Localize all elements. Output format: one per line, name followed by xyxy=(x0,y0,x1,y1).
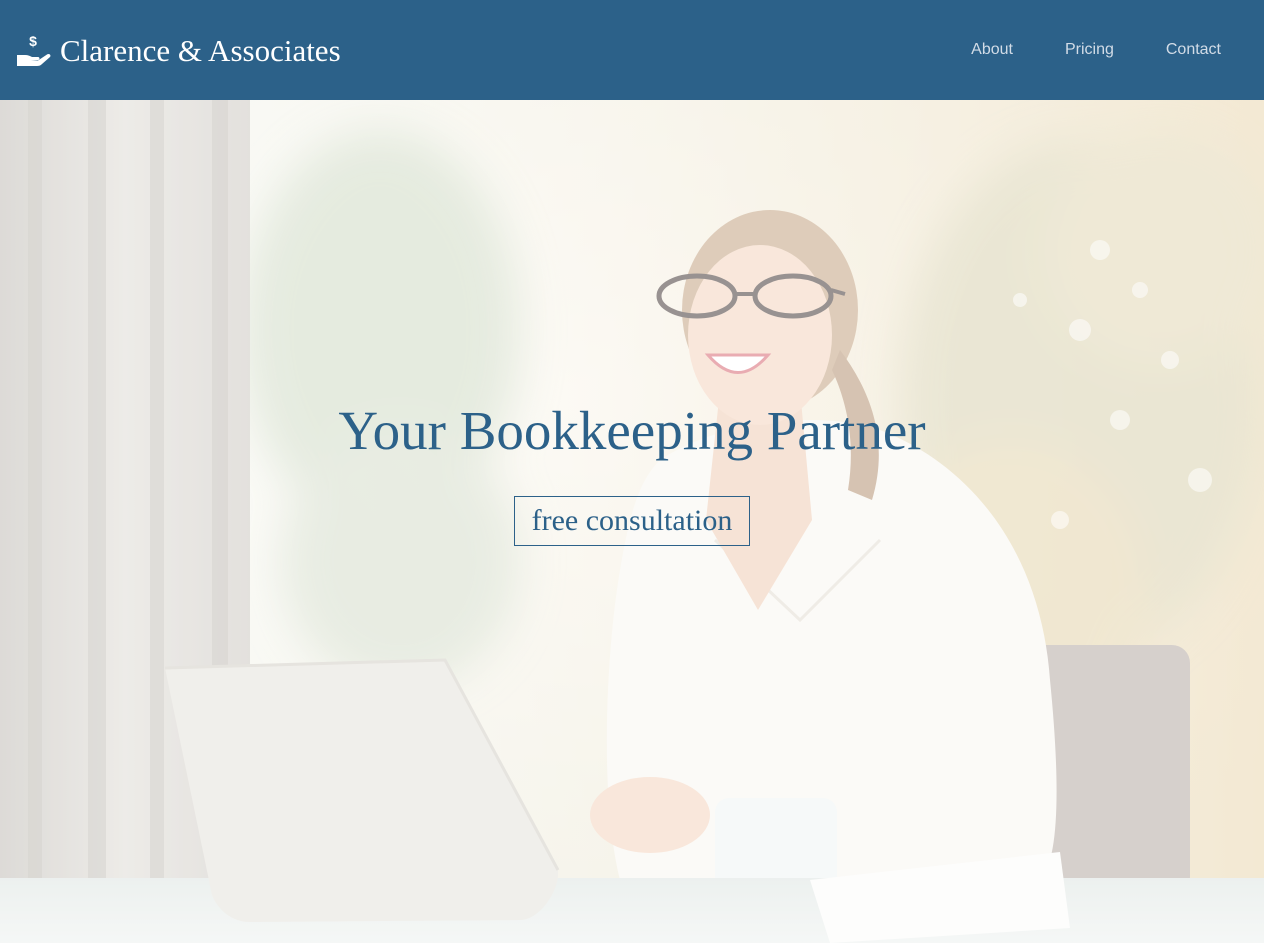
brand-logo-link[interactable]: $ Clarence & Associates xyxy=(16,33,341,67)
hand-holding-dollar-icon: $ xyxy=(17,33,51,66)
navbar: $ Clarence & Associates About Pricing Co… xyxy=(0,0,1264,100)
hero-title: Your Bookkeeping Partner xyxy=(338,400,926,461)
nav-link-contact[interactable]: Contact xyxy=(1166,41,1221,59)
nav-link-pricing[interactable]: Pricing xyxy=(1065,41,1114,59)
brand-name: Clarence & Associates xyxy=(60,32,341,68)
nav-menu: About Pricing Contact xyxy=(919,41,1248,59)
hero-section: Your Bookkeeping Partner free consultati… xyxy=(0,100,1264,943)
svg-text:$: $ xyxy=(29,33,37,49)
nav-link-about[interactable]: About xyxy=(971,41,1013,59)
free-consultation-button[interactable]: free consultation xyxy=(514,496,750,546)
landing-page: $ Clarence & Associates About Pricing Co… xyxy=(0,0,1264,943)
